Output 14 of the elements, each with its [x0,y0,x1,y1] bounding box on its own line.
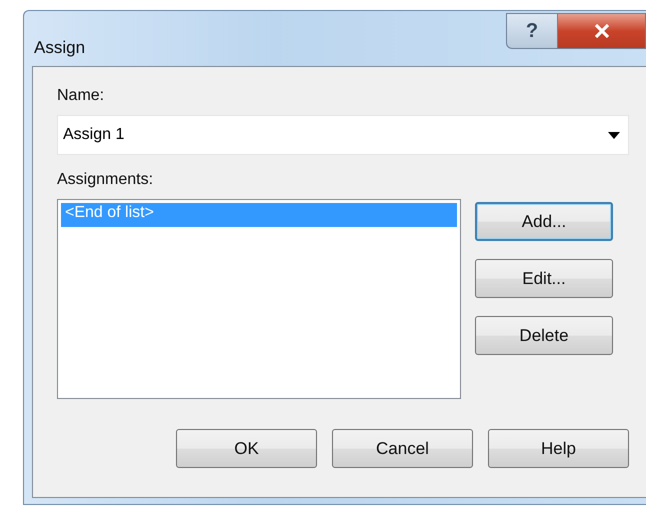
assignments-label: Assignments: [57,171,154,189]
window-title: Assign [34,38,86,58]
name-label: Name: [57,87,106,105]
dropdown-arrow-icon [608,132,620,138]
action-button[interactable]: Add... [475,202,613,241]
close-button[interactable] [558,13,646,49]
dialog-button[interactable]: OK [176,429,317,468]
close-icon [594,24,610,38]
dialog-button[interactable]: Cancel [332,429,473,468]
action-button[interactable]: Edit... [475,259,613,298]
help-button[interactable]: ? [506,13,558,49]
name-dropdown[interactable]: Assign 1 [57,115,629,155]
action-button[interactable]: Delete [475,316,613,355]
dialog-button[interactable]: Help [488,429,629,468]
